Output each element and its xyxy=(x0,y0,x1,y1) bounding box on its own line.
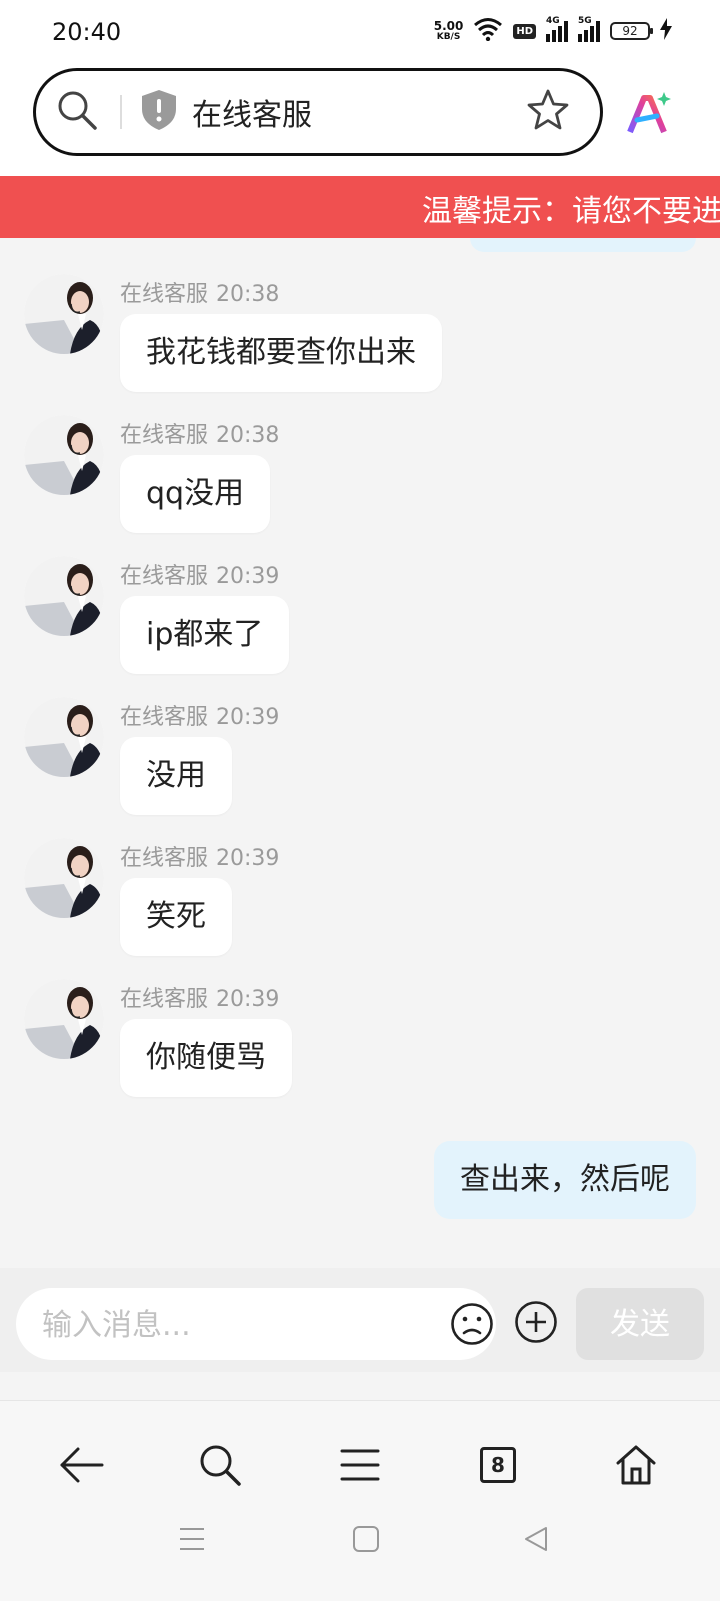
chat-area[interactable]: 在线客服 20:38 我花钱都要查你出来 在线客服 20:38 qq没用 在线客服 2… xyxy=(0,238,720,1268)
signal-5g-label: 5G xyxy=(578,16,592,26)
battery-level: 92 xyxy=(622,24,638,38)
shield-icon[interactable] xyxy=(140,89,178,135)
recents-icon[interactable] xyxy=(172,1519,212,1559)
message-meta: 在线客服 20:39 xyxy=(120,981,279,1013)
tab-count: 8 xyxy=(480,1447,516,1483)
network-speed: 5.00 KB/S xyxy=(434,20,464,42)
message-bubble[interactable]: qq没用 xyxy=(120,455,271,533)
ai-icon[interactable] xyxy=(624,90,672,142)
message-meta: 在线客服 20:39 xyxy=(120,699,279,731)
sender-name: 在线客服 xyxy=(120,846,209,871)
avatar[interactable] xyxy=(24,274,104,354)
avatar[interactable] xyxy=(24,979,104,1059)
sender-name: 在线客服 xyxy=(120,564,209,589)
notice-text: 温馨提示：请您不要进 xyxy=(422,194,720,229)
menu-icon[interactable] xyxy=(330,1435,390,1495)
back-triangle-icon[interactable] xyxy=(516,1519,556,1559)
avatar[interactable] xyxy=(24,838,104,918)
status-icons: 5.00 KB/S HD 4G 5G 92 xyxy=(434,16,672,46)
emoji-icon[interactable] xyxy=(450,1302,494,1350)
signal-4g-label: 4G xyxy=(546,16,560,26)
notice-banner: 温馨提示：请您不要进 xyxy=(0,176,720,238)
signal-4g-icon: 4G xyxy=(546,16,568,42)
send-button[interactable]: 发送 xyxy=(576,1288,704,1360)
list-item: 在线客服 20:38 qq没用 xyxy=(24,415,704,539)
tabs-icon[interactable]: 8 xyxy=(468,1435,528,1495)
page-title[interactable]: 在线客服 xyxy=(192,90,526,134)
status-time: 20:40 xyxy=(52,18,122,46)
wifi-icon xyxy=(473,17,503,45)
battery-indicator: 92 xyxy=(610,22,653,40)
message-meta: 在线客服 20:39 xyxy=(120,558,279,590)
avatar[interactable] xyxy=(24,556,104,636)
message-bubble[interactable]: 笑死 xyxy=(120,878,232,956)
message-input[interactable] xyxy=(40,1288,424,1362)
sender-name: 在线客服 xyxy=(120,705,209,730)
message-bubble[interactable]: ip都来了 xyxy=(120,596,290,674)
signal-5g-icon: 5G xyxy=(578,16,600,42)
list-item: 在线客服 20:39 ip都来了 xyxy=(24,556,704,680)
home-square-icon[interactable] xyxy=(346,1519,386,1559)
message-bubble[interactable]: 没用 xyxy=(120,737,232,815)
search-icon[interactable] xyxy=(56,89,98,135)
address-bar[interactable]: 在线客服 xyxy=(33,68,603,156)
message-time: 20:38 xyxy=(216,282,280,307)
add-icon[interactable] xyxy=(514,1300,558,1348)
message-meta: 在线客服 20:39 xyxy=(120,840,279,872)
charging-icon xyxy=(660,18,672,44)
message-bubble[interactable]: 你随便骂 xyxy=(120,1019,292,1097)
home-icon[interactable] xyxy=(606,1435,666,1495)
message-bubble[interactable]: 我花钱都要查你出来 xyxy=(120,314,442,392)
status-bar: 20:40 5.00 KB/S HD 4G 5G 92 xyxy=(0,0,720,64)
browser-toolbar: 在线客服 xyxy=(0,64,720,176)
browser-bottom-nav: 8 xyxy=(0,1400,720,1601)
previous-message-bubble xyxy=(470,238,696,252)
network-speed-value: 5.00 xyxy=(433,19,464,33)
list-item: 在线客服 20:39 没用 xyxy=(24,697,704,821)
my-message-bubble[interactable]: 查出来，然后呢 xyxy=(434,1141,696,1219)
back-icon[interactable] xyxy=(52,1435,112,1495)
network-speed-unit: KB/S xyxy=(436,32,461,42)
message-input-container xyxy=(16,1288,496,1362)
message-time: 20:39 xyxy=(216,846,280,871)
sender-name: 在线客服 xyxy=(120,423,209,448)
list-item: 在线客服 20:39 笑死 xyxy=(24,838,704,962)
message-meta: 在线客服 20:38 xyxy=(120,417,279,449)
avatar[interactable] xyxy=(24,415,104,495)
address-divider xyxy=(120,95,122,129)
list-item: 在线客服 20:39 你随便骂 xyxy=(24,979,704,1103)
message-time: 20:39 xyxy=(216,987,280,1012)
list-item: 在线客服 20:38 我花钱都要查你出来 xyxy=(24,274,704,398)
message-time: 20:39 xyxy=(216,705,280,730)
message-input-bar: 发送 xyxy=(0,1268,720,1372)
message-time: 20:39 xyxy=(216,564,280,589)
avatar[interactable] xyxy=(24,697,104,777)
message-time: 20:38 xyxy=(216,423,280,448)
search-icon[interactable] xyxy=(190,1435,250,1495)
message-meta: 在线客服 20:38 xyxy=(120,276,279,308)
sender-name: 在线客服 xyxy=(120,987,209,1012)
sender-name: 在线客服 xyxy=(120,282,209,307)
star-icon[interactable] xyxy=(526,89,570,135)
hd-badge: HD xyxy=(513,23,536,39)
